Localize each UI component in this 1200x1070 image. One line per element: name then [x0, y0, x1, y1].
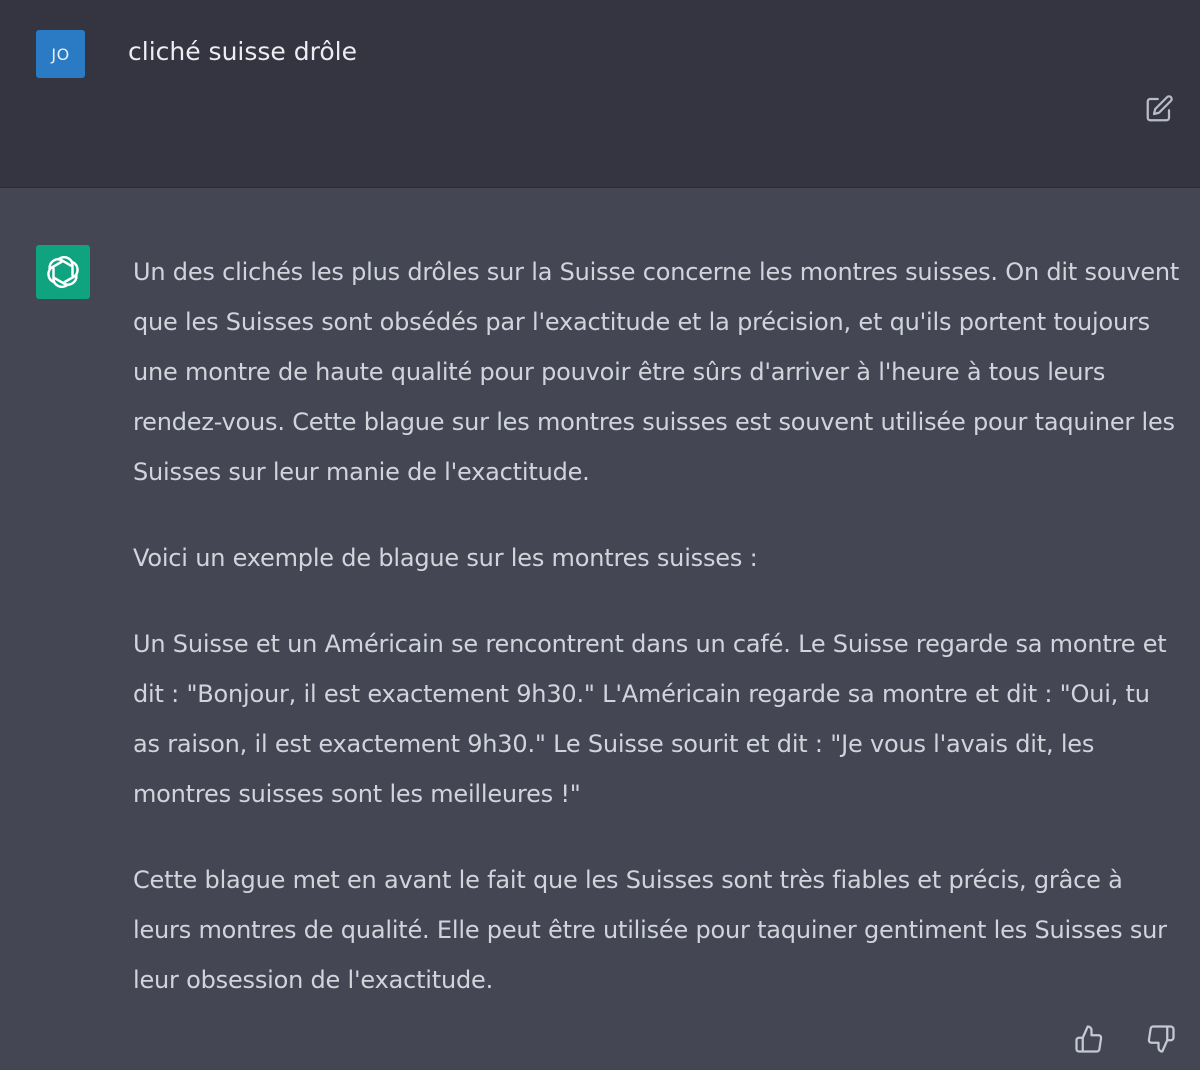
edit-icon	[1146, 95, 1173, 122]
assistant-message-row: Un des clichés les plus drôles sur la Su…	[0, 188, 1200, 1070]
thumbs-up-button[interactable]	[1072, 1022, 1106, 1056]
thumbs-up-icon	[1075, 1025, 1103, 1053]
openai-logo-icon	[47, 255, 79, 289]
thumbs-down-icon	[1147, 1025, 1175, 1053]
edit-message-button[interactable]	[1143, 93, 1175, 125]
user-avatar: JO	[36, 30, 85, 78]
user-prompt-text: cliché suisse drôle	[128, 37, 357, 66]
assistant-message-text: Un des clichés les plus drôles sur la Su…	[133, 247, 1183, 1041]
thumbs-down-button[interactable]	[1144, 1022, 1178, 1056]
user-message-row: JO cliché suisse drôle	[0, 0, 1200, 188]
message-paragraph: Un Suisse et un Américain se rencontrent…	[133, 630, 1167, 808]
message-paragraph: Cette blague met en avant le fait que le…	[133, 866, 1167, 994]
message-paragraph: Un des clichés les plus drôles sur la Su…	[133, 258, 1180, 486]
assistant-avatar	[36, 245, 90, 299]
message-paragraph: Voici un exemple de blague sur les montr…	[133, 544, 758, 572]
